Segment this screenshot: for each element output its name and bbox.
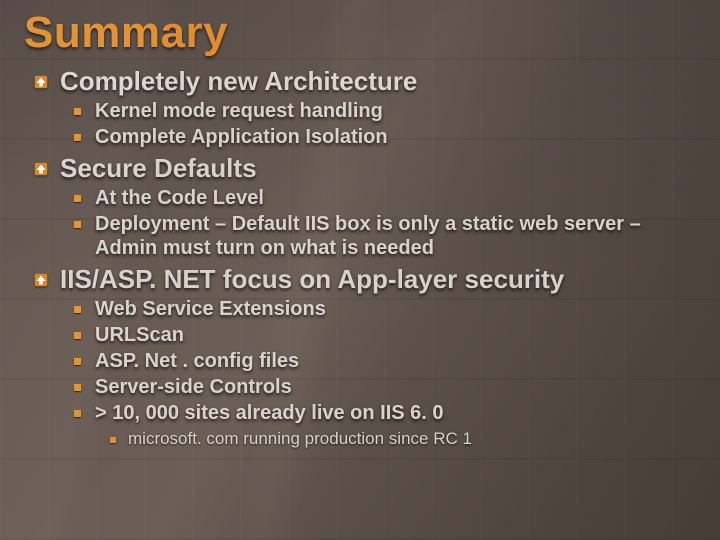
list-item-text: ASP. Net . config files [95, 349, 299, 373]
list-item-text: Deployment – Default IIS box is only a s… [95, 212, 695, 260]
section-items: Kernel mode request handling Complete Ap… [32, 99, 696, 149]
section-items: Web Service Extensions URLScan ASP. Net … [32, 297, 696, 425]
square-bullet-icon [74, 358, 81, 365]
list-item: Deployment – Default IIS box is only a s… [74, 212, 696, 260]
list-item: Web Service Extensions [74, 297, 696, 321]
up-arrow-icon [32, 73, 50, 91]
section-subitems: microsoft. com running production since … [32, 429, 696, 449]
list-item: URLScan [74, 323, 696, 347]
square-bullet-icon [74, 306, 81, 313]
up-arrow-icon [32, 271, 50, 289]
list-item-text: Server-side Controls [95, 375, 292, 399]
section-heading-text: Secure Defaults [60, 153, 257, 184]
square-bullet-icon [74, 221, 81, 228]
list-item-text: URLScan [95, 323, 184, 347]
list-item: > 10, 000 sites already live on IIS 6. 0 [74, 401, 696, 425]
section-heading-text: IIS/ASP. NET focus on App-layer security [60, 264, 564, 295]
list-item-text: Complete Application Isolation [95, 125, 388, 149]
section-heading: IIS/ASP. NET focus on App-layer security [32, 264, 696, 295]
square-bullet-icon [110, 437, 116, 443]
slide-content: Completely new Architecture Kernel mode … [24, 66, 696, 449]
list-item-text: At the Code Level [95, 186, 264, 210]
square-bullet-icon [74, 410, 81, 417]
section-items: At the Code Level Deployment – Default I… [32, 186, 696, 260]
list-item-text: Kernel mode request handling [95, 99, 383, 123]
list-item: Complete Application Isolation [74, 125, 696, 149]
list-item-text: Web Service Extensions [95, 297, 326, 321]
square-bullet-icon [74, 195, 81, 202]
section-heading: Completely new Architecture [32, 66, 696, 97]
list-item: At the Code Level [74, 186, 696, 210]
list-subitem: microsoft. com running production since … [110, 429, 696, 449]
list-item: Kernel mode request handling [74, 99, 696, 123]
list-item: ASP. Net . config files [74, 349, 696, 373]
square-bullet-icon [74, 332, 81, 339]
up-arrow-icon [32, 160, 50, 178]
section-heading: Secure Defaults [32, 153, 696, 184]
square-bullet-icon [74, 384, 81, 391]
list-subitem-text: microsoft. com running production since … [128, 429, 472, 449]
square-bullet-icon [74, 134, 81, 141]
list-item-text: > 10, 000 sites already live on IIS 6. 0 [95, 401, 444, 425]
square-bullet-icon [74, 108, 81, 115]
section-heading-text: Completely new Architecture [60, 66, 417, 97]
list-item: Server-side Controls [74, 375, 696, 399]
slide: Summary Completely new Architecture Kern… [0, 0, 720, 540]
slide-title: Summary [24, 8, 696, 58]
